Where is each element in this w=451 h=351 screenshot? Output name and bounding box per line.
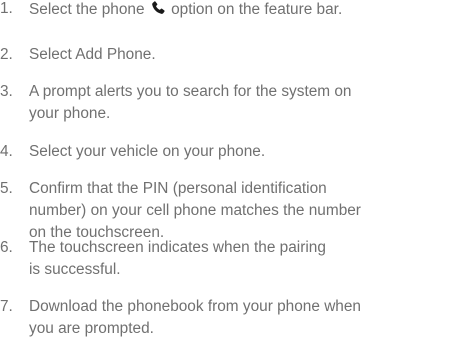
- step-text-before-icon: Select the phone: [29, 1, 145, 18]
- step-number: 3.: [0, 83, 13, 100]
- step-number: 5.: [0, 180, 13, 197]
- step-number: 6.: [0, 239, 13, 256]
- step-text-line-2: is successful.: [29, 261, 121, 278]
- step-text-line-1: Download the phonebook from your phone w…: [29, 298, 361, 315]
- step-text-line-2: your phone.: [29, 105, 111, 122]
- step-text-line-2: you are prompted.: [29, 320, 154, 337]
- phone-icon: [150, 0, 166, 16]
- step-text: Select Add Phone.: [29, 46, 156, 63]
- step-text: Select the phone option on the feature b…: [29, 0, 342, 19]
- step-text-line-1: Confirm that the PIN (personal identific…: [29, 180, 327, 197]
- step-number: 4.: [0, 143, 13, 160]
- instruction-list: 1. Select the phone option on the featur…: [0, 0, 451, 351]
- step-text-after-icon: option on the feature bar.: [171, 1, 343, 18]
- step-text-line-2: number) on your cell phone matches the n…: [29, 202, 361, 219]
- step-number: 7.: [0, 298, 13, 315]
- step-number: 2.: [0, 46, 13, 63]
- step-text-line-1: A prompt alerts you to search for the sy…: [29, 83, 352, 100]
- step-text: Select your vehicle on your phone.: [29, 143, 266, 160]
- step-number: 1.: [0, 0, 13, 17]
- step-text-line-1: The touchscreen indicates when the pairi…: [29, 239, 326, 256]
